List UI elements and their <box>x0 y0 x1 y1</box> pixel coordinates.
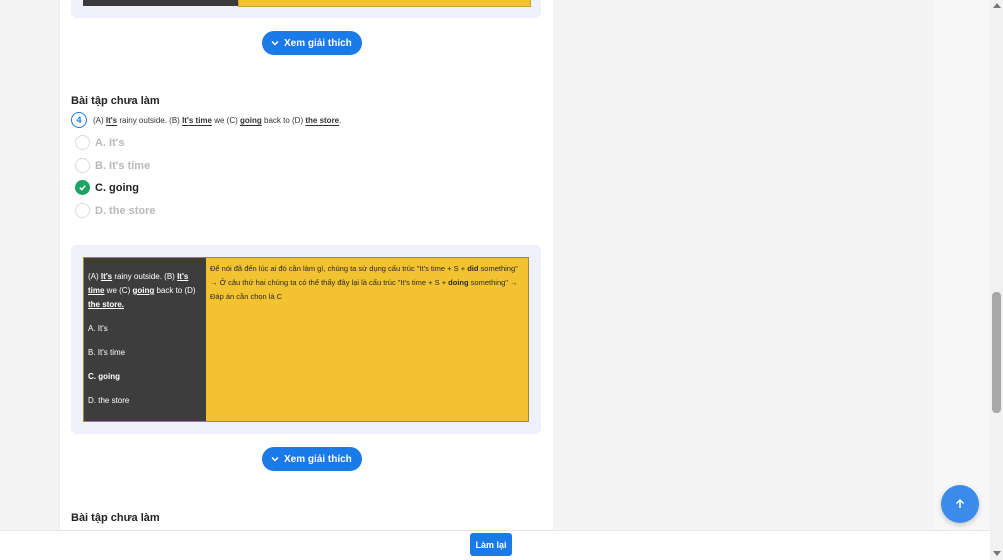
previous-explanation-block <box>71 0 541 18</box>
scroll-down-arrow[interactable] <box>993 551 1001 556</box>
radio-circle[interactable] <box>75 135 90 150</box>
exp-answer-text: Để nói đã đến lúc ai đó cần làm gì, chún… <box>210 264 468 273</box>
option-label: D. the store <box>95 204 156 217</box>
option-d[interactable]: D. the store <box>75 203 156 218</box>
exp-underlined: the store. <box>88 300 125 309</box>
view-explanation-label: Xem giải thích <box>284 453 352 465</box>
question-text: (A) It's rainy outside. (B) It's time we… <box>93 116 341 125</box>
previous-explanation-dark-cell <box>83 0 238 6</box>
explanation-table: (A) It's rainy outside. (B) It's time we… <box>83 257 529 422</box>
option-a[interactable]: A. It's <box>75 135 125 150</box>
view-explanation-label: Xem giải thích <box>284 37 352 49</box>
exp-text: back to (D) <box>154 286 196 295</box>
chevron-down-icon <box>271 456 279 462</box>
exp-text: rainy outside. (B) <box>112 272 178 281</box>
exp-option-d: D. the store <box>88 396 130 405</box>
option-label: A. It's <box>95 136 125 149</box>
view-explanation-button[interactable]: Xem giải thích <box>262 447 362 471</box>
right-strip <box>934 0 990 530</box>
exp-option-a: A. It's <box>88 324 108 333</box>
question-text-part: we (C) <box>211 115 240 125</box>
question-number-badge: 4 <box>71 112 87 128</box>
scroll-to-top-button[interactable] <box>941 485 979 523</box>
radio-circle[interactable] <box>75 158 90 173</box>
redo-button[interactable]: Làm lại <box>470 533 512 556</box>
explanation-question-cell: (A) It's rainy outside. (B) It's time we… <box>84 258 206 421</box>
question-underlined-b: It's time <box>182 115 212 125</box>
exp-answer-bold: doing <box>448 278 469 287</box>
scrollbar[interactable] <box>990 0 1003 559</box>
left-background <box>0 0 47 559</box>
question-underlined-a: It's <box>105 115 118 125</box>
exp-underlined: It's <box>100 272 113 281</box>
option-label: C. going <box>95 181 139 194</box>
exp-text: (A) <box>88 272 101 281</box>
question-text-part: . <box>339 115 342 125</box>
arrow-up-icon <box>955 498 965 508</box>
section-title: Bài tập chưa làm <box>71 512 160 524</box>
explanation-answer-cell: Để nói đã đến lúc ai đó cần làm gì, chún… <box>206 258 528 421</box>
radio-circle[interactable] <box>75 203 90 218</box>
right-panel <box>553 0 934 530</box>
exp-option-b: B. It's time <box>88 348 126 357</box>
view-explanation-button[interactable]: Xem giải thích <box>262 31 362 55</box>
section-title: Bài tập chưa làm <box>71 95 160 107</box>
exp-underlined: going <box>132 286 155 295</box>
explanation-question-text: (A) It's rainy outside. (B) It's time we… <box>88 270 202 312</box>
exp-option-c: C. going <box>88 372 120 381</box>
explanation-block: (A) It's rainy outside. (B) It's time we… <box>71 245 541 434</box>
question-underlined-c: going <box>239 115 262 125</box>
chevron-down-icon <box>271 40 279 46</box>
previous-explanation-yellow-cell <box>238 0 531 7</box>
question-row: 4 (A) It's rainy outside. (B) It's time … <box>71 112 341 128</box>
option-c[interactable]: C. going <box>75 180 139 195</box>
question-text-part: rainy outside. (B) <box>117 115 183 125</box>
scroll-up-arrow[interactable] <box>993 3 1001 8</box>
option-b[interactable]: B. It's time <box>75 158 150 173</box>
option-label: B. It's time <box>95 159 151 172</box>
question-underlined-d: the store <box>305 115 340 125</box>
exp-text: we (C) <box>104 286 133 295</box>
scrollbar-thumb[interactable] <box>992 292 1001 413</box>
exp-answer-bold: did <box>467 264 479 273</box>
check-icon[interactable] <box>75 180 90 195</box>
question-text-part: back to (D) <box>261 115 306 125</box>
question-text-part: (A) <box>93 115 106 125</box>
